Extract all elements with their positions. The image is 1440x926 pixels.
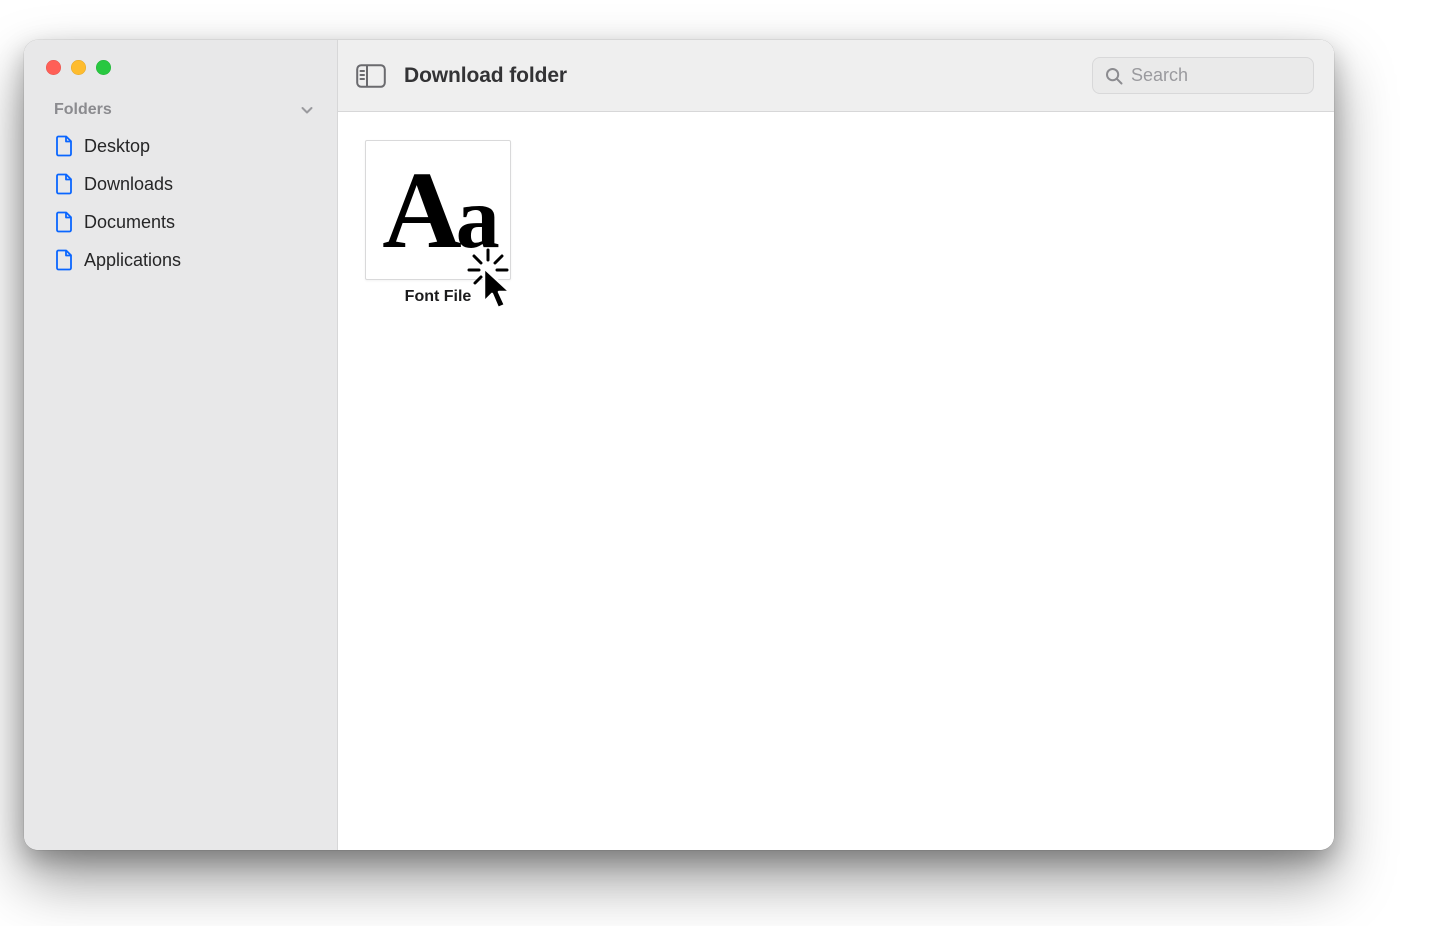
sidebar-list: Desktop Downloads [24,125,337,279]
sidebar-toggle-icon[interactable] [356,64,386,88]
sidebar-item-documents[interactable]: Documents [42,203,329,241]
file-thumbnail: Aa [365,140,511,280]
document-icon [54,249,74,271]
finder-window: Folders Desktop [24,40,1334,850]
file-item-font-file[interactable]: Aa Font File [362,140,514,306]
search-icon [1105,67,1123,85]
search-field[interactable] [1092,57,1314,94]
document-icon [54,135,74,157]
zoom-window-button[interactable] [96,60,111,75]
minimize-window-button[interactable] [71,60,86,75]
sidebar-item-label: Applications [84,250,181,271]
window-controls [24,60,337,75]
sidebar-section-label: Folders [54,101,112,119]
toolbar: Download folder [338,40,1334,112]
sidebar-section-header[interactable]: Folders [24,97,337,125]
document-icon [54,211,74,233]
file-label: Font File [362,288,514,306]
sidebar-item-applications[interactable]: Applications [42,241,329,279]
window-title: Download folder [404,64,567,88]
chevron-down-icon [299,102,315,118]
close-window-button[interactable] [46,60,61,75]
sidebar-item-label: Documents [84,212,175,233]
sidebar: Folders Desktop [24,40,338,850]
main-pane: Download folder Aa [338,40,1334,850]
sidebar-item-label: Downloads [84,174,173,195]
document-icon [54,173,74,195]
sidebar-item-desktop[interactable]: Desktop [42,127,329,165]
font-glyph-icon: Aa [382,161,493,260]
content-area[interactable]: Aa Font File [338,112,1334,850]
sidebar-item-label: Desktop [84,136,150,157]
search-input[interactable] [1131,65,1301,86]
sidebar-item-downloads[interactable]: Downloads [42,165,329,203]
